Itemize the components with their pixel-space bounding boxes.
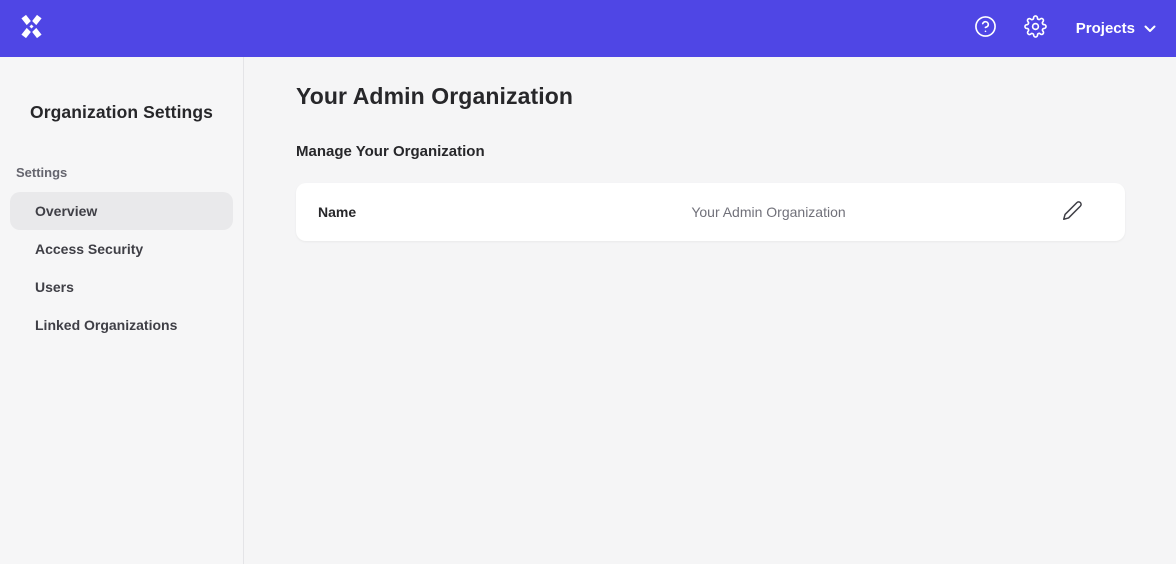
top-navigation-bar: Projects xyxy=(0,0,1176,57)
main-content: Your Admin Organization Manage Your Orga… xyxy=(244,57,1176,564)
projects-dropdown-label: Projects xyxy=(1076,20,1135,37)
gear-icon xyxy=(1024,15,1047,43)
organization-name-row: Name Your Admin Organization xyxy=(296,183,1125,241)
settings-sidebar: Organization Settings Settings Overview … xyxy=(0,57,244,564)
help-button[interactable] xyxy=(974,17,998,41)
sidebar-item-linked-organizations[interactable]: Linked Organizations xyxy=(10,306,233,344)
sidebar-section-label: Settings xyxy=(0,165,243,180)
section-title: Manage Your Organization xyxy=(296,143,1125,160)
sidebar-item-overview[interactable]: Overview xyxy=(10,192,233,230)
projects-dropdown[interactable]: Projects xyxy=(1076,20,1156,37)
sidebar-title: Organization Settings xyxy=(0,102,243,123)
topbar-actions: Projects xyxy=(974,17,1156,41)
brand-logo[interactable] xyxy=(18,13,45,45)
settings-button[interactable] xyxy=(1024,17,1048,41)
x-logo-icon xyxy=(18,13,45,45)
chevron-down-icon xyxy=(1144,20,1156,37)
page-title: Your Admin Organization xyxy=(296,83,1125,110)
help-circle-icon xyxy=(974,15,997,43)
sidebar-item-users[interactable]: Users xyxy=(10,268,233,306)
sidebar-item-label: Linked Organizations xyxy=(35,317,177,333)
sidebar-nav: Overview Access Security Users Linked Or… xyxy=(10,192,233,344)
sidebar-item-label: Access Security xyxy=(35,241,143,257)
edit-name-button[interactable] xyxy=(1059,199,1085,225)
name-field-label: Name xyxy=(318,204,478,220)
app-shell: Organization Settings Settings Overview … xyxy=(0,57,1176,564)
sidebar-item-label: Users xyxy=(35,279,74,295)
name-field-value: Your Admin Organization xyxy=(478,204,1059,220)
sidebar-item-access-security[interactable]: Access Security xyxy=(10,230,233,268)
pencil-icon xyxy=(1062,200,1083,224)
sidebar-item-label: Overview xyxy=(35,203,97,219)
